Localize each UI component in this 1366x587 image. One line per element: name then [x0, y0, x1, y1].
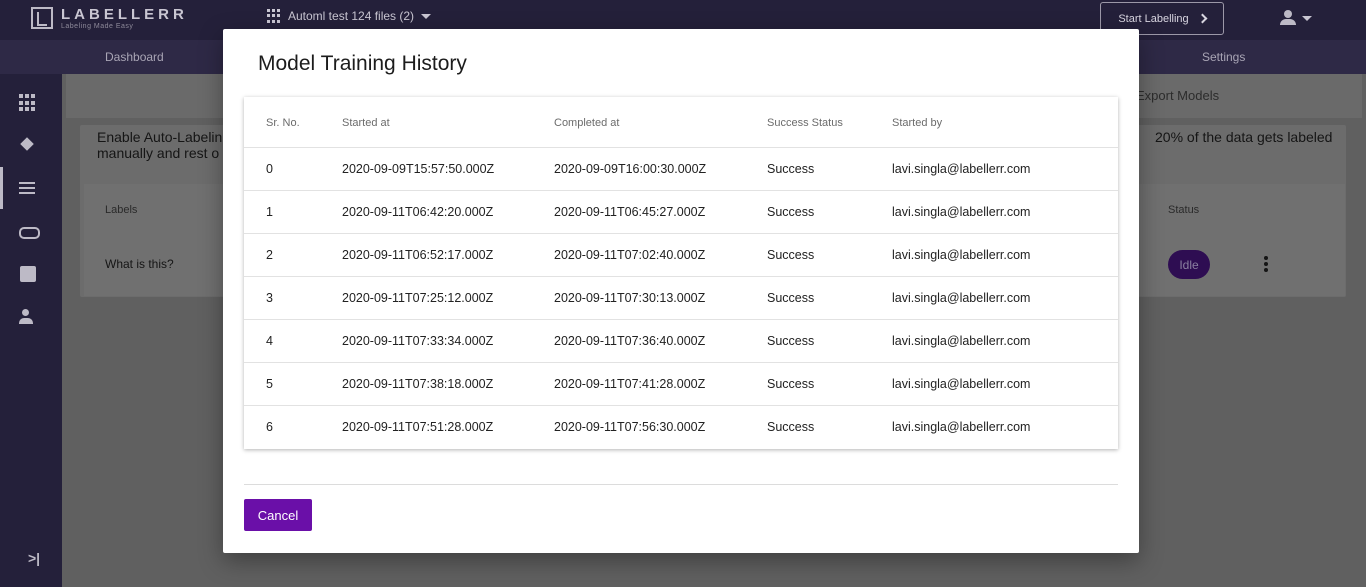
- cell-completed-at: 2020-09-11T07:36:40.000Z: [554, 334, 706, 348]
- cell-started-by: lavi.singla@labellerr.com: [892, 248, 1031, 262]
- start-labelling-label: Start Labelling: [1118, 12, 1189, 25]
- cell-success-status: Success: [767, 377, 815, 391]
- cell-completed-at: 2020-09-11T07:56:30.000Z: [554, 420, 706, 434]
- cell-started-by: lavi.singla@labellerr.com: [892, 205, 1031, 219]
- cell-success-status: Success: [767, 205, 815, 219]
- project-name: Automl test 124 files (2): [288, 9, 415, 23]
- cell-completed-at: 2020-09-11T07:30:13.000Z: [554, 291, 706, 305]
- info-text-right: 20% of the data gets labeled: [1155, 129, 1333, 145]
- logo-text: LABELLERR: [61, 6, 188, 23]
- chevron-down-icon: [421, 13, 432, 19]
- cell-success-status: Success: [767, 248, 815, 262]
- dialog-title: Model Training History: [258, 52, 467, 75]
- more-vert-icon[interactable]: [1264, 256, 1268, 272]
- apps-grid-icon: [267, 9, 281, 23]
- cell-success-status: Success: [767, 420, 815, 434]
- table-row: 6 2020-09-11T07:51:28.000Z 2020-09-11T07…: [244, 405, 1118, 448]
- column-header-started-by: Started by: [892, 117, 943, 129]
- cell-completed-at: 2020-09-09T16:00:30.000Z: [554, 162, 707, 176]
- cell-sr-no: 4: [266, 334, 273, 348]
- table-row: 1 2020-09-11T06:42:20.000Z 2020-09-11T06…: [244, 190, 1118, 233]
- table-row: 0 2020-09-09T15:57:50.000Z 2020-09-09T16…: [244, 147, 1118, 190]
- manage-accounts-icon[interactable]: [19, 308, 37, 326]
- cell-success-status: Success: [767, 291, 815, 305]
- cancel-button[interactable]: Cancel: [244, 499, 312, 531]
- cell-started-by: lavi.singla@labellerr.com: [892, 162, 1031, 176]
- cell-started-by: lavi.singla@labellerr.com: [892, 377, 1031, 391]
- cell-started-by: lavi.singla@labellerr.com: [892, 334, 1031, 348]
- model-training-history-dialog: Model Training History Sr. No. Started a…: [223, 29, 1139, 553]
- collapse-sidebar-icon[interactable]: >|: [28, 550, 40, 566]
- apps-icon[interactable]: [19, 94, 37, 112]
- cell-success-status: Success: [767, 334, 815, 348]
- cell-sr-no: 6: [266, 420, 273, 434]
- link-icon[interactable]: [19, 222, 40, 240]
- column-header-started-at: Started at: [342, 117, 390, 129]
- status-badge: Idle: [1168, 250, 1210, 279]
- history-table: Sr. No. Started at Completed at Success …: [244, 97, 1118, 449]
- nav-settings[interactable]: Settings: [1202, 50, 1245, 64]
- user-menu[interactable]: [1280, 10, 1312, 26]
- labels-header: Labels: [105, 204, 138, 216]
- table-row: 3 2020-09-11T07:25:12.000Z 2020-09-11T07…: [244, 276, 1118, 319]
- cell-started-at: 2020-09-11T07:38:18.000Z: [342, 377, 494, 391]
- table-row: 2 2020-09-11T06:52:17.000Z 2020-09-11T07…: [244, 233, 1118, 276]
- cell-started-at: 2020-09-11T06:52:17.000Z: [342, 248, 494, 262]
- cell-started-by: lavi.singla@labellerr.com: [892, 291, 1031, 305]
- account-icon: [1280, 10, 1296, 26]
- cell-completed-at: 2020-09-11T07:41:28.000Z: [554, 377, 706, 391]
- status-header: Status: [1168, 204, 1200, 216]
- cell-success-status: Success: [767, 162, 815, 176]
- cell-completed-at: 2020-09-11T06:45:27.000Z: [554, 205, 706, 219]
- cell-started-at: 2020-09-11T06:42:20.000Z: [342, 205, 494, 219]
- column-header-sr-no: Sr. No.: [266, 117, 300, 129]
- info-text-left: Enable Auto-Labelin manually and rest o: [97, 129, 223, 161]
- column-header-success-status: Success Status: [767, 117, 843, 129]
- table-row: 4 2020-09-11T07:33:34.000Z 2020-09-11T07…: [244, 319, 1118, 362]
- cell-started-at: 2020-09-09T15:57:50.000Z: [342, 162, 495, 176]
- label-cell: What is this?: [105, 257, 174, 271]
- active-indicator: [0, 167, 3, 209]
- dialog-divider: [244, 484, 1118, 485]
- logo-tagline: Labeling Made Easy: [61, 23, 134, 30]
- sidebar: >|: [0, 74, 62, 587]
- logo-icon: [31, 7, 53, 29]
- cell-started-at: 2020-09-11T07:33:34.000Z: [342, 334, 494, 348]
- tab-export-models[interactable]: Export Models: [1136, 88, 1219, 103]
- cell-sr-no: 0: [266, 162, 273, 176]
- chevron-right-icon: [1197, 13, 1208, 24]
- nav-dashboard[interactable]: Dashboard: [105, 50, 164, 64]
- project-selector[interactable]: Automl test 124 files (2): [267, 9, 432, 23]
- badge-icon[interactable]: [19, 265, 37, 283]
- cell-sr-no: 2: [266, 248, 273, 262]
- table-row: 5 2020-09-11T07:38:18.000Z 2020-09-11T07…: [244, 362, 1118, 405]
- logo[interactable]: LABELLERR Labeling Made Easy: [31, 7, 188, 31]
- cell-started-by: lavi.singla@labellerr.com: [892, 420, 1031, 434]
- chevron-down-icon: [1302, 15, 1312, 21]
- cell-started-at: 2020-09-11T07:25:12.000Z: [342, 291, 494, 305]
- layers-icon[interactable]: [19, 136, 37, 154]
- cell-sr-no: 3: [266, 291, 273, 305]
- column-header-completed-at: Completed at: [554, 117, 620, 129]
- cell-started-at: 2020-09-11T07:51:28.000Z: [342, 420, 494, 434]
- cell-completed-at: 2020-09-11T07:02:40.000Z: [554, 248, 706, 262]
- cell-sr-no: 1: [266, 205, 273, 219]
- cell-sr-no: 5: [266, 377, 273, 391]
- tune-icon[interactable]: [19, 179, 37, 197]
